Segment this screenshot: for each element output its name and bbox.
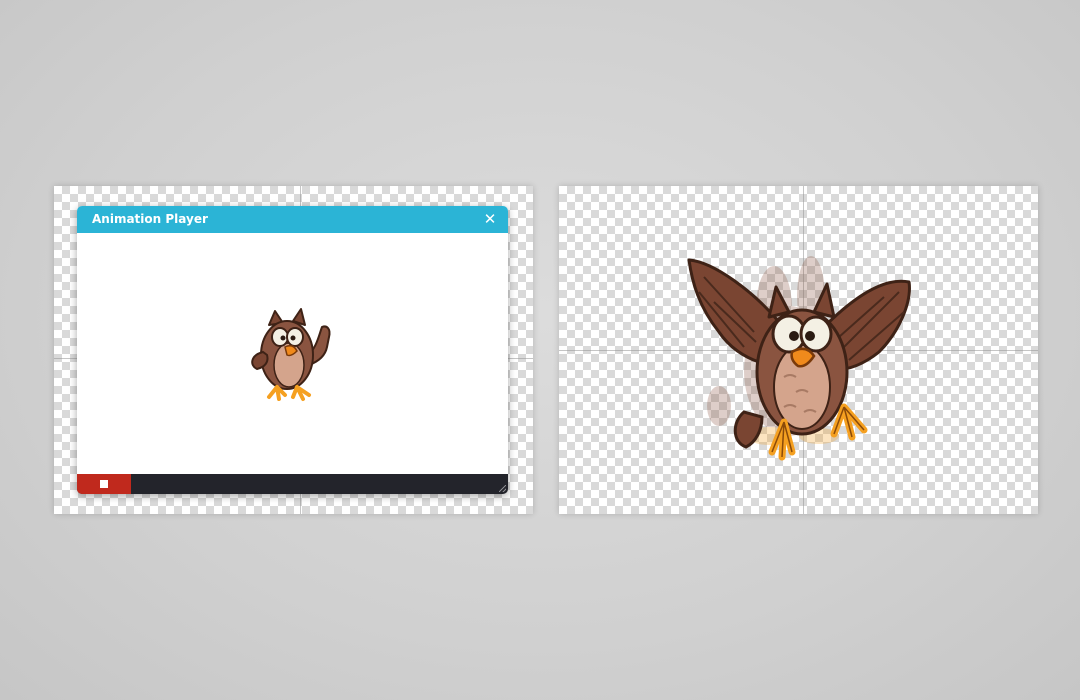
owl-thumbs-up-sprite	[251, 308, 331, 401]
owl-flying-sprite	[687, 258, 911, 461]
close-icon[interactable]: ✕	[481, 210, 499, 228]
player-controls-bar	[77, 474, 508, 494]
player-stage	[77, 233, 508, 474]
stop-icon	[100, 480, 108, 488]
animation-player-window: Animation Player ✕	[77, 206, 508, 494]
resize-grip-icon[interactable]	[499, 485, 506, 492]
player-titlebar[interactable]: Animation Player ✕	[77, 206, 508, 233]
stop-button[interactable]	[77, 474, 131, 494]
playback-progress-track[interactable]	[131, 474, 508, 494]
right-canvas	[559, 186, 1038, 514]
player-title: Animation Player	[92, 212, 208, 226]
